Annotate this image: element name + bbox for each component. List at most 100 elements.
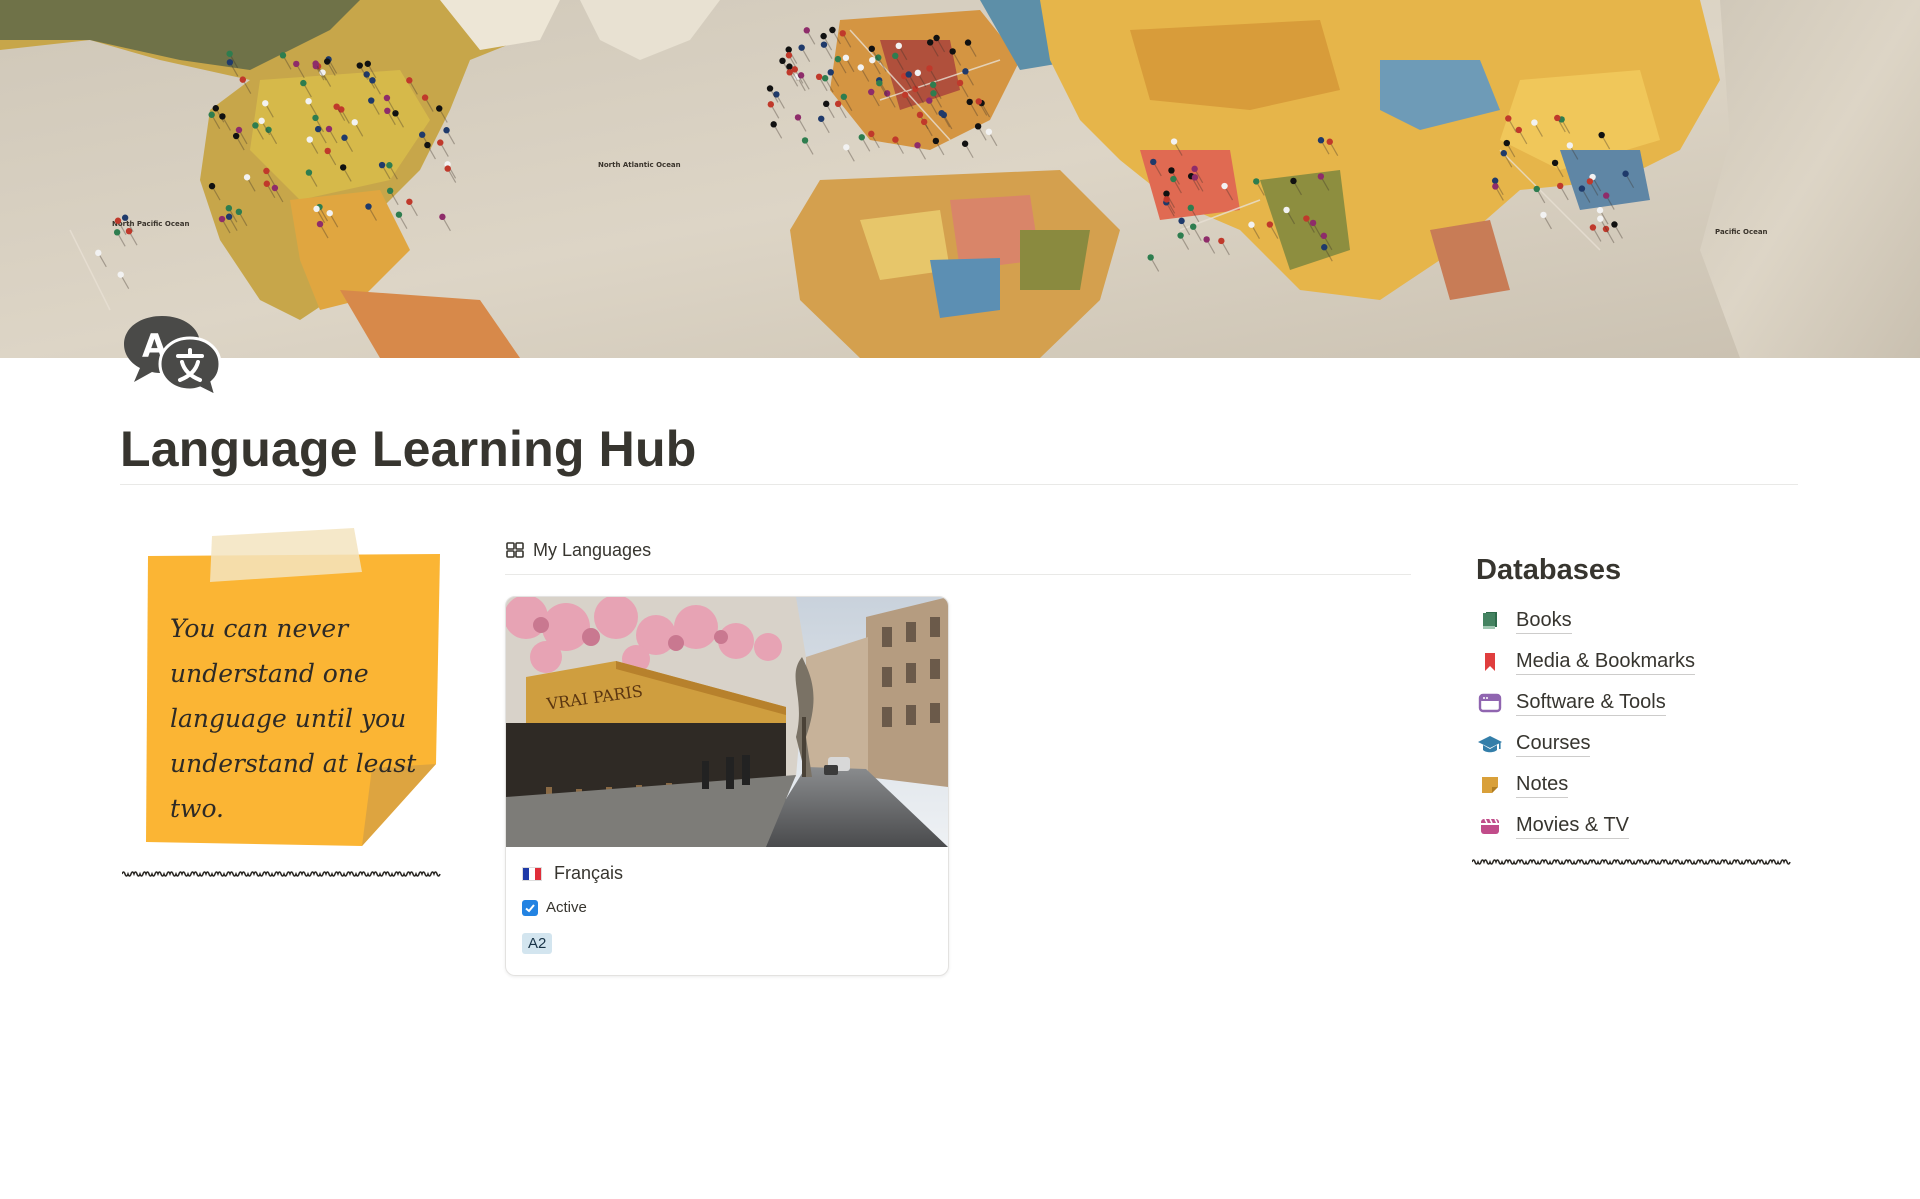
map-pin <box>1596 207 1604 214</box>
map-pin <box>386 162 393 169</box>
map-pin <box>876 79 883 87</box>
map-pin <box>1177 232 1184 239</box>
map-pin <box>868 88 875 96</box>
map-pin <box>395 211 403 218</box>
paris-street-cafe-photo: VRAI PARIS <box>506 597 948 847</box>
map-pin <box>262 100 269 107</box>
map-pin <box>1320 232 1328 240</box>
page-title[interactable]: Language Learning Hub <box>120 420 696 478</box>
french-flag-icon <box>522 866 542 881</box>
map-pin <box>1190 223 1197 230</box>
gallery-card-francais[interactable]: VRAI PARIS Français Active A2 <box>505 596 949 976</box>
active-label: Active <box>546 899 587 916</box>
map-pin <box>791 66 798 73</box>
squiggle-divider-left <box>122 871 441 877</box>
map-pin <box>869 56 876 64</box>
map-pin <box>252 122 259 129</box>
database-link-books[interactable]: Books <box>1476 600 1695 641</box>
map-pin <box>1187 204 1195 212</box>
map-pin <box>439 213 446 221</box>
map-pin <box>842 54 850 62</box>
map-pin <box>916 111 924 119</box>
map-pin <box>341 134 348 141</box>
map-pin <box>1163 190 1170 197</box>
map-pin <box>271 184 279 192</box>
map-pin <box>1191 165 1198 173</box>
map-pin <box>770 121 777 128</box>
map-pin <box>436 105 443 112</box>
database-link-movies-tv[interactable]: Movies & TV <box>1476 805 1695 846</box>
map-pin <box>843 144 850 151</box>
map-pin <box>962 68 969 75</box>
map-pin <box>351 119 358 126</box>
map-pin <box>1503 139 1510 147</box>
active-checkbox[interactable] <box>522 899 538 916</box>
map-pin <box>1303 215 1310 222</box>
map-pin <box>801 137 809 144</box>
map-pin <box>226 50 233 57</box>
map-pin <box>821 75 829 82</box>
map-pin <box>208 182 216 190</box>
card-title-text: Français <box>554 863 624 883</box>
map-pin <box>406 198 413 205</box>
map-pin <box>1321 244 1328 251</box>
bookmark-icon <box>1476 648 1504 676</box>
map-pin <box>1168 167 1175 174</box>
map-pin <box>312 60 319 67</box>
map-pin <box>926 65 933 72</box>
map-pin <box>1317 137 1325 144</box>
map-pin <box>1170 175 1177 183</box>
map-pin <box>892 52 899 60</box>
page-icon[interactable]: A <box>120 312 224 399</box>
map-pin <box>914 142 921 149</box>
view-tab-label: My Languages <box>533 539 652 560</box>
map-pin <box>868 45 876 52</box>
map-pin <box>1597 215 1604 222</box>
map-pin <box>1326 138 1333 145</box>
map-pin <box>384 107 391 115</box>
database-link-software-tools[interactable]: Software & Tools <box>1476 682 1695 723</box>
quote-text: You can never understand one language un… <box>170 614 417 823</box>
map-pin <box>225 213 233 220</box>
map-pin <box>766 85 774 92</box>
map-pin <box>785 52 793 59</box>
map-pin <box>905 71 912 78</box>
map-pin <box>779 57 786 65</box>
database-link-courses[interactable]: Courses <box>1476 723 1695 764</box>
map-pin <box>323 58 331 65</box>
page-cover[interactable]: North Pacific Ocean North Atlantic Ocean… <box>0 0 1920 358</box>
map-pin <box>932 137 940 145</box>
map-pin <box>1554 114 1561 122</box>
map-pin <box>1290 177 1297 185</box>
card-title: Français <box>522 863 623 884</box>
map-pin <box>785 46 792 53</box>
map-label-north-pacific: North Pacific Ocean <box>112 220 189 228</box>
database-link-notes[interactable]: Notes <box>1476 764 1695 805</box>
database-link-media-bookmarks[interactable]: Media & Bookmarks <box>1476 641 1695 682</box>
map-pin <box>1218 237 1225 245</box>
map-pin <box>985 128 993 136</box>
map-pin <box>974 123 982 130</box>
database-label: Courses <box>1516 731 1591 757</box>
map-pin <box>293 60 300 68</box>
map-pin <box>1551 159 1559 167</box>
map-pin <box>386 187 394 195</box>
map-pin <box>305 169 313 176</box>
map-pin <box>767 101 775 108</box>
level-tag: A2 <box>522 933 553 954</box>
map-pin <box>1557 182 1564 190</box>
view-tab-my-languages[interactable]: My Languages <box>505 534 651 566</box>
map-pin <box>243 174 251 181</box>
map-pin <box>840 93 848 100</box>
map-pin <box>1253 178 1260 185</box>
map-pin <box>356 62 363 69</box>
map-pin <box>121 214 129 221</box>
database-label: Books <box>1516 608 1572 634</box>
map-pin <box>1163 196 1170 203</box>
map-pin <box>820 41 828 48</box>
database-label: Software & Tools <box>1516 690 1666 716</box>
map-pin <box>1266 221 1274 228</box>
map-pin <box>383 94 391 102</box>
map-pin <box>1611 221 1618 228</box>
map-pin <box>1566 142 1574 149</box>
